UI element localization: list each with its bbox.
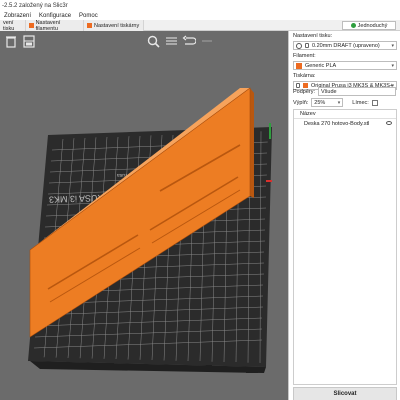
tab-printer-settings-label: Nastavení tiskárny — [94, 22, 140, 29]
search-button[interactable] — [146, 34, 160, 48]
brim-label: Límec: — [352, 99, 369, 106]
object-list-header: Název — [294, 110, 396, 119]
bed-notch — [206, 365, 212, 369]
tab-printer-settings[interactable]: Nastavení tiskárny — [84, 20, 144, 31]
tab-print-settings[interactable]: vení tisku — [0, 19, 26, 32]
3d-viewport[interactable]: ORIGINAL PRUSA i3 MK3 by Josef Prusa — [0, 31, 288, 400]
bed-notch — [108, 363, 114, 367]
lock-icon — [305, 43, 309, 48]
layers-icon — [165, 37, 177, 45]
infill-value: 25% — [314, 99, 326, 106]
infill-label: Výplň: — [293, 99, 309, 106]
supports-combo[interactable]: Všude — [318, 87, 397, 96]
mode-selector[interactable]: Jednoduchý — [342, 21, 396, 30]
redo-button[interactable] — [200, 34, 214, 48]
slice-button-label: Slicovat — [333, 391, 357, 397]
filament-tab-icon — [29, 23, 34, 28]
object-name: Deska 270 hotovo-Body.stl — [304, 120, 370, 127]
redo-icon — [202, 40, 212, 42]
tab-filament-settings[interactable]: Nastavení filamentu — [26, 19, 84, 32]
delete-button[interactable] — [4, 34, 18, 48]
search-icon — [147, 35, 160, 48]
filament-value: Generic PLA — [305, 62, 337, 69]
tab-bar: vení tisku Nastavení filamentu Nastavení… — [0, 19, 400, 32]
menu-item-help[interactable]: Pomoc — [79, 13, 98, 19]
supports-label: Podpěry: — [293, 88, 316, 95]
object-list[interactable]: Název Deska 270 hotovo-Body.stl — [293, 109, 397, 385]
undo-icon — [182, 35, 196, 45]
viewport-toolbar — [0, 31, 288, 51]
filament-color-swatch[interactable] — [296, 62, 302, 69]
menu-item-configuration[interactable]: Konfigurace — [39, 13, 71, 19]
print-settings-label: Nastavení tisku: — [293, 33, 333, 39]
object-list-header-label: Název — [300, 111, 316, 117]
window-title-text: -2.5.2 založený na Slic3r — [2, 2, 68, 9]
printer-label: Tiskárna: — [293, 73, 316, 79]
print-settings-combo[interactable]: 0.20mm DRAFT (upraveno) ▾ — [293, 41, 397, 50]
filament-combo[interactable]: Generic PLA ▾ — [293, 61, 397, 70]
mode-label: Jednoduchý — [357, 22, 388, 29]
filament-label: Filament: — [293, 53, 316, 59]
gear-icon — [296, 42, 302, 49]
brim-checkbox[interactable] — [371, 99, 378, 106]
infill-combo[interactable]: 25% ▾ — [311, 98, 344, 107]
eye-icon[interactable] — [386, 121, 392, 125]
chevron-down-icon: ▾ — [337, 100, 341, 106]
print-settings-value: 0.20mm DRAFT (upraveno) — [312, 42, 380, 49]
object-side-face — [250, 88, 254, 198]
infill-row: Výplň: 25% ▾ Límec: — [293, 98, 378, 107]
tab-filament-settings-label: Nastavení filamentu — [35, 19, 61, 32]
bed-notch — [246, 368, 258, 373]
arrange-icon — [23, 34, 35, 48]
chevron-down-icon: ▾ — [391, 63, 394, 69]
settings-sidebar: Nastavení tisku: 0.20mm DRAFT (upraveno)… — [288, 31, 400, 400]
supports-value: Všude — [321, 88, 337, 95]
mode-indicator-icon — [350, 23, 356, 28]
printer-tab-icon — [87, 23, 92, 28]
chevron-down-icon: ▾ — [391, 43, 394, 49]
undo-button[interactable] — [182, 34, 196, 48]
trash-icon — [6, 35, 16, 48]
window-title: -2.5.2 založený na Slic3r — [0, 0, 400, 11]
supports-row: Podpěry: Všude — [293, 87, 397, 96]
arrange-button[interactable] — [22, 34, 36, 48]
layers-button[interactable] — [164, 34, 178, 48]
scene-canvas[interactable]: ORIGINAL PRUSA i3 MK3 by Josef Prusa — [0, 31, 288, 400]
object-list-item[interactable]: Deska 270 hotovo-Body.stl — [294, 119, 396, 128]
tab-print-settings-label: vení tisku — [3, 19, 15, 32]
slice-button[interactable]: Slicovat — [293, 387, 397, 400]
menu-item-view[interactable]: Zobrazení — [4, 13, 31, 19]
